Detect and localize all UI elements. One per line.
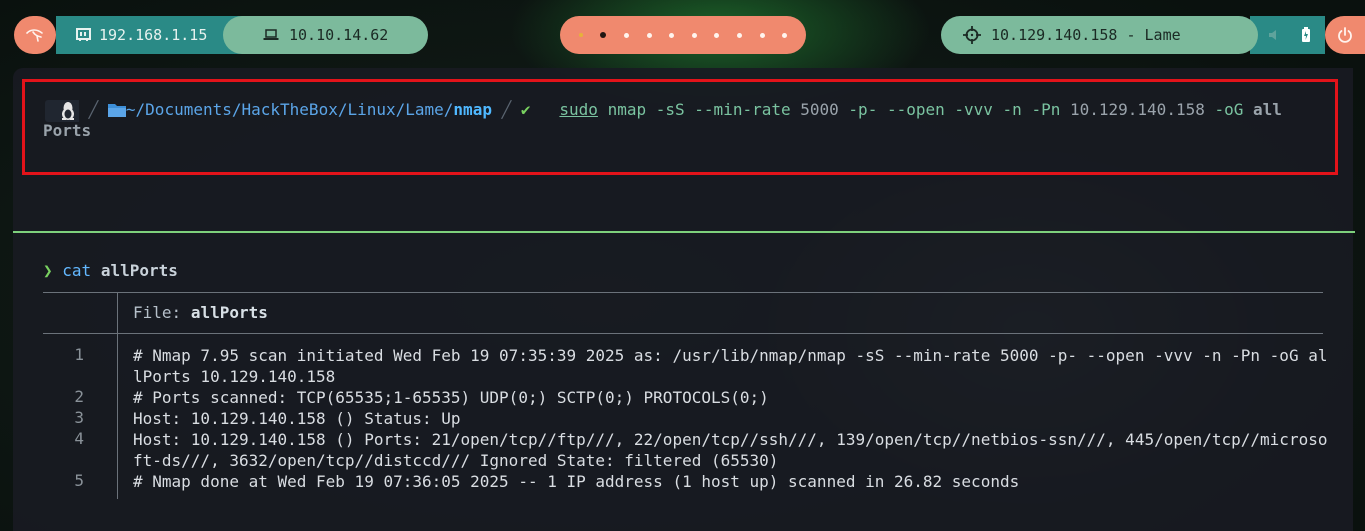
workspace-indicator-9[interactable] (759, 32, 765, 38)
prompt-arrow-icon: ❯ (43, 261, 53, 280)
local-ip-label: 192.168.1.15 (99, 26, 208, 44)
prompt-divider (13, 231, 1355, 233)
code-line: Host: 10.129.140.158 () Ports: 21/open/t… (133, 430, 1328, 470)
cat-cmd: cat (62, 261, 92, 280)
workspace-indicator-10[interactable] (782, 32, 788, 38)
battery-icon (1302, 27, 1310, 42)
workspace-indicator-5[interactable] (669, 32, 675, 38)
desktop: 192.168.1.15 10.10.14.62 10.129.140.158 … (0, 0, 1365, 531)
top-bar: 192.168.1.15 10.10.14.62 10.129.140.158 … (0, 0, 1365, 66)
crosshair-icon (963, 26, 981, 44)
code-line: Host: 10.129.140.158 () Status: Up (133, 409, 461, 428)
workspace-indicator-8[interactable] (736, 32, 742, 38)
target-label: 10.129.140.158 - Lame (991, 26, 1181, 44)
network-card-icon (76, 28, 91, 42)
power-icon (1337, 27, 1353, 43)
volume-icon[interactable] (1268, 28, 1282, 42)
file-name: allPorts (190, 303, 268, 322)
vpn-ip-label: 10.10.14.62 (289, 26, 389, 44)
line-number: 1 (74, 345, 84, 364)
line-number: 4 (74, 429, 84, 448)
workspace-indicator-6[interactable] (691, 32, 697, 38)
bat-file-header: File: allPorts (133, 303, 268, 322)
workspace-indicator-3[interactable] (623, 32, 629, 38)
target-module[interactable]: 10.129.140.158 - Lame (941, 16, 1258, 54)
workspace-indicator-2[interactable] (600, 32, 607, 38)
cat-command-line: ❯ cat allPorts (43, 261, 178, 280)
code-line: # Nmap 7.95 scan initiated Wed Feb 19 07… (133, 346, 1328, 386)
file-label: File: (133, 303, 182, 322)
app-menu-button[interactable] (14, 16, 56, 54)
line-number: 5 (74, 471, 84, 490)
code-line: # Nmap done at Wed Feb 19 07:36:05 2025 … (133, 472, 1020, 491)
vpn-ip-module[interactable]: 10.10.14.62 (223, 16, 428, 54)
workspace-indicator-7[interactable] (714, 32, 720, 38)
workspace-indicator-1[interactable] (578, 33, 583, 37)
bat-gutter-border (117, 334, 118, 499)
line-number: 3 (74, 408, 84, 427)
system-tray[interactable] (1250, 16, 1325, 54)
cat-arg: allPorts (100, 261, 178, 280)
kali-dragon-icon (25, 27, 45, 43)
bat-gutter-border (117, 293, 118, 333)
laptop-icon (263, 29, 279, 41)
bat-border-top (43, 292, 1323, 293)
power-button[interactable] (1325, 16, 1365, 54)
workspace-indicator-4[interactable] (646, 32, 652, 38)
highlight-annotation-box (22, 79, 1338, 175)
line-number: 2 (74, 387, 84, 406)
bat-border-mid (43, 333, 1323, 334)
workspace-switcher[interactable] (560, 16, 806, 54)
code-line: # Ports scanned: TCP(65535;1-65535) UDP(… (133, 388, 769, 407)
